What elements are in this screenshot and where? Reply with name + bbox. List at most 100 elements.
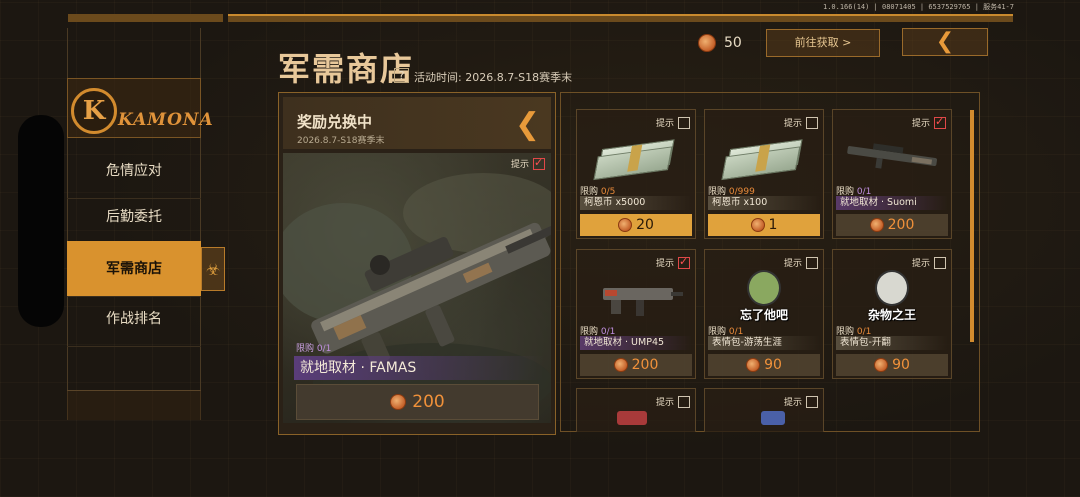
item-price: 200 xyxy=(631,357,659,373)
sidebar-item-label: 后勤委托 xyxy=(106,209,162,225)
tip-checkbox[interactable] xyxy=(806,256,818,269)
item-name: 就地取材 · UMP45 xyxy=(580,336,692,350)
price-button[interactable]: 200 xyxy=(580,354,692,376)
tip-checkbox[interactable] xyxy=(678,395,690,408)
tip-label: 提示 xyxy=(510,160,529,170)
tip-label: 提示 xyxy=(911,259,930,269)
featured-subtitle: 2026.8.7-S18赛季末 xyxy=(297,136,385,146)
activity-time: 活动时间: 2026.8.7-S18赛季末 xyxy=(414,71,573,84)
item-image xyxy=(617,411,647,425)
shop-item[interactable]: 提示 忘了他吧 限购 0/1 表情包-游荡生涯 90 xyxy=(704,249,824,379)
shop-item[interactable]: 提示 限购 0/5 柯恩币 x5000 20 xyxy=(576,109,696,239)
tip-checkbox[interactable] xyxy=(678,255,690,269)
sidebar-item-ranking[interactable]: 作战排名 xyxy=(67,291,201,347)
get-more-button[interactable]: 前往获取 > xyxy=(766,29,880,57)
item-name: 柯恩币 x100 xyxy=(708,196,820,210)
sidebar-item-label: 军需商店 xyxy=(106,261,162,277)
item-image xyxy=(761,411,785,425)
tip-label: 提示 xyxy=(655,119,674,129)
shop-item[interactable]: 提示 限购 0/999 柯恩币 x100 1 xyxy=(704,109,824,239)
item-tip[interactable]: 提示 xyxy=(656,116,690,129)
tip-label: 提示 xyxy=(783,119,802,129)
kamona-logo-icon: K xyxy=(71,88,117,134)
featured-tip[interactable]: 提示 xyxy=(510,156,545,170)
ump45-smg-image xyxy=(581,270,691,324)
shop-item[interactable]: 提示 xyxy=(704,388,824,432)
price-button[interactable]: 20 xyxy=(580,214,692,236)
item-price: 90 xyxy=(892,357,910,373)
help-icon[interactable]: ? xyxy=(394,68,409,83)
shop-item[interactable]: 提示 限购 0/1 就地取材 · UMP45 200 xyxy=(576,249,696,379)
sidebar-item-label: 危情应对 xyxy=(106,163,162,179)
sidebar-item-label: 作战排名 xyxy=(106,311,162,327)
coin-icon xyxy=(390,394,407,410)
item-tip[interactable]: 提示 xyxy=(656,395,690,408)
item-tip[interactable]: 提示 xyxy=(655,255,690,269)
item-tip[interactable]: 提示 xyxy=(784,256,818,269)
limit-value: 0/1 xyxy=(316,344,332,354)
sticker-image: 杂物之王 xyxy=(837,270,947,324)
featured-header: 奖励兑换中 2026.8.7-S18赛季末 ❮ xyxy=(283,97,551,149)
suomi-rifle-image xyxy=(837,130,947,184)
coin-icon xyxy=(613,358,628,372)
featured-price: 200 xyxy=(412,392,445,412)
coin-icon xyxy=(874,358,889,372)
tip-checkbox[interactable] xyxy=(678,116,690,129)
famas-rifle-image xyxy=(283,153,551,423)
sticker-face xyxy=(875,270,909,306)
featured-title: 奖励兑换中 xyxy=(297,113,373,131)
sticker-image: 忘了他吧 xyxy=(709,270,819,324)
limit-label: 限购 xyxy=(296,344,315,354)
chevron-left-icon[interactable]: ❮ xyxy=(515,107,540,142)
price-button[interactable]: 90 xyxy=(836,354,948,376)
sidebar-item-shop[interactable]: 军需商店 xyxy=(67,241,201,297)
back-button[interactable]: ❮ xyxy=(902,28,988,56)
shop-item[interactable]: 提示 xyxy=(576,388,696,432)
coin-icon xyxy=(698,34,716,52)
item-price: 20 xyxy=(636,217,654,233)
item-price: 90 xyxy=(764,357,782,373)
scrollbar[interactable] xyxy=(970,110,974,342)
item-tip[interactable]: 提示 xyxy=(912,256,946,269)
sidebar-footer xyxy=(67,390,201,420)
biohazard-icon: ☣ xyxy=(201,247,225,291)
coin-icon xyxy=(618,218,633,232)
price-button[interactable]: 200 xyxy=(836,214,948,236)
tip-checkbox[interactable] xyxy=(934,256,946,269)
featured-limit: 限购 0/1 xyxy=(296,341,331,354)
item-name: 就地取材 · Suomi xyxy=(836,196,948,210)
tip-checkbox[interactable] xyxy=(806,116,818,129)
tip-checkbox[interactable] xyxy=(934,115,946,129)
cash-bundle-image xyxy=(709,130,819,184)
item-name: 柯恩币 x5000 xyxy=(580,196,692,210)
price-button[interactable]: 1 xyxy=(708,214,820,236)
tip-label: 提示 xyxy=(655,259,674,269)
version-info: 1.0.166(14) | 08071405 | 65375297​65 | 服… xyxy=(822,3,1014,11)
tip-label: 提示 xyxy=(655,398,674,408)
item-price: 200 xyxy=(887,217,915,233)
currency-amount: 50 xyxy=(724,35,742,51)
item-price: 1 xyxy=(768,217,778,233)
featured-price-button[interactable]: 200 xyxy=(296,384,539,420)
item-tip[interactable]: 提示 xyxy=(784,116,818,129)
item-tip[interactable]: 提示 xyxy=(911,115,946,129)
price-button[interactable]: 90 xyxy=(708,354,820,376)
featured-name: 就地取材 · FAMAS xyxy=(294,356,544,380)
shop-item[interactable]: 提示 限购 0/1 就地取材 · Suomi 200 xyxy=(832,109,952,239)
coin-icon xyxy=(750,218,765,232)
currency-display: 50 xyxy=(698,34,742,52)
sidebar-item-logistics[interactable]: 后勤委托 xyxy=(67,189,201,245)
item-name: 表情包-开翻 xyxy=(836,336,948,350)
logo-text: KAMONA xyxy=(118,110,214,130)
sticker-text: 杂物之王 xyxy=(867,308,916,322)
device-notch xyxy=(18,115,64,327)
tip-label: 提示 xyxy=(783,398,802,408)
top-bar xyxy=(228,14,1013,22)
tip-checkbox[interactable] xyxy=(806,395,818,408)
tip-checkbox[interactable] xyxy=(533,156,545,170)
shop-item[interactable]: 提示 杂物之王 限购 0/1 表情包-开翻 90 xyxy=(832,249,952,379)
tip-label: 提示 xyxy=(911,119,930,129)
item-tip[interactable]: 提示 xyxy=(784,395,818,408)
page-title: 军需商店 xyxy=(278,50,415,88)
coin-icon xyxy=(746,358,761,372)
